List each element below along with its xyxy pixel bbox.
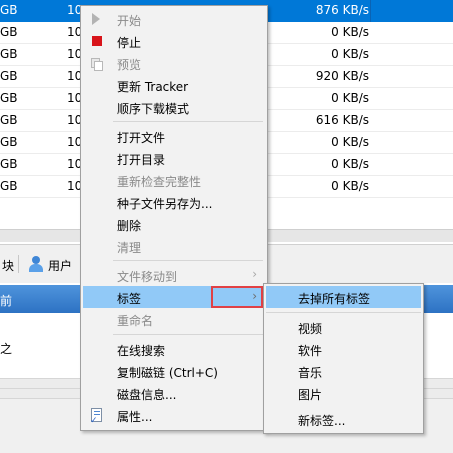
menu-item-move-files[interactable]: 文件移动到 › — [83, 264, 265, 286]
menu-separator — [113, 260, 263, 261]
menu-item-start[interactable]: 开始 — [83, 8, 265, 30]
menu-item-open-file[interactable]: 打开文件 — [83, 125, 265, 147]
speed-cell: 0 KB/s — [331, 47, 369, 61]
tab-divider — [18, 255, 19, 273]
speed-cell: 876 KB/s — [315, 3, 369, 17]
size-cell: GB — [0, 113, 18, 127]
size-cell: GB — [0, 157, 18, 171]
menu-item-clean[interactable]: 清理 — [83, 235, 265, 257]
labels-submenu: 去掉所有标签 视频 软件 音乐 图片 新标签... — [263, 283, 424, 434]
speed-cell: 0 KB/s — [331, 135, 369, 149]
preview-icon — [91, 58, 103, 71]
detail-cell: 之 — [0, 342, 13, 356]
stop-icon — [92, 36, 102, 46]
submenu-item-music[interactable]: 音乐 — [266, 360, 421, 382]
menu-separator — [113, 121, 263, 122]
menu-item-preview[interactable]: 预览 — [83, 52, 265, 74]
size-cell: GB — [0, 69, 18, 83]
submenu-item-remove-all-labels[interactable]: 去掉所有标签 — [266, 286, 421, 308]
menu-item-stop[interactable]: 停止 — [83, 30, 265, 52]
speed-cell: 0 KB/s — [331, 25, 369, 39]
menu-separator — [113, 334, 263, 335]
chevron-right-icon: › — [252, 289, 257, 303]
submenu-item-video[interactable]: 视频 — [266, 316, 421, 338]
size-cell: GB — [0, 91, 18, 105]
menu-item-open-directory[interactable]: 打开目录 — [83, 147, 265, 169]
menu-item-recheck[interactable]: 重新检查完整性 — [83, 169, 265, 191]
tab-users[interactable]: 用户 — [48, 257, 72, 274]
menu-item-save-torrent-as[interactable]: 种子文件另存为... — [83, 191, 265, 213]
menu-item-labels[interactable]: 标签 › — [83, 286, 265, 308]
detail-header-label: 前 — [0, 294, 13, 308]
size-cell: GB — [0, 25, 18, 39]
menu-separator — [266, 312, 421, 313]
submenu-item-software[interactable]: 软件 — [266, 338, 421, 360]
submenu-item-pictures[interactable]: 图片 — [266, 382, 421, 404]
speed-cell: 0 KB/s — [331, 91, 369, 105]
menu-item-delete[interactable]: 删除 — [83, 213, 265, 235]
tab-blocks[interactable]: 块 — [2, 257, 14, 274]
context-menu: 开始 停止 预览 更新 Tracker 顺序下载模式 打开文件 打开目录 重新检… — [80, 5, 268, 431]
column-divider — [370, 0, 371, 22]
menu-item-online-search[interactable]: 在线搜索 — [83, 338, 265, 360]
speed-cell: 920 KB/s — [315, 69, 369, 83]
size-cell: GB — [0, 3, 18, 17]
menu-item-rename[interactable]: 重命名 — [83, 308, 265, 330]
speed-cell: 616 KB/s — [315, 113, 369, 127]
user-icon — [29, 256, 43, 272]
size-cell: GB — [0, 179, 18, 193]
submenu-item-new-label[interactable]: 新标签... — [266, 408, 421, 430]
speed-cell: 0 KB/s — [331, 157, 369, 171]
speed-cell: 0 KB/s — [331, 179, 369, 193]
menu-item-copy-magnet[interactable]: 复制磁链 (Ctrl+C) — [83, 360, 265, 382]
size-cell: GB — [0, 47, 18, 61]
menu-item-properties[interactable]: ✓ 属性... — [83, 404, 265, 426]
size-cell: GB — [0, 135, 18, 149]
chevron-right-icon: › — [252, 267, 257, 281]
play-icon — [92, 13, 100, 25]
menu-item-sequential-download[interactable]: 顺序下载模式 — [83, 96, 265, 118]
properties-icon: ✓ — [90, 408, 102, 426]
menu-item-disk-info[interactable]: 磁盘信息... — [83, 382, 265, 404]
menu-item-update-tracker[interactable]: 更新 Tracker — [83, 74, 265, 96]
